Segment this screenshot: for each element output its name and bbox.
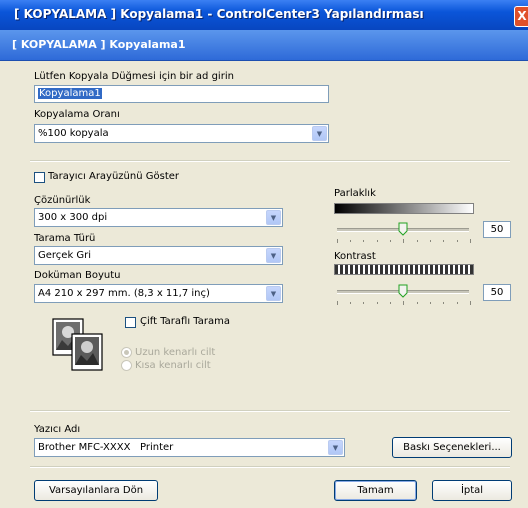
printer-select-value: Brother MFC-XXXX Printer (38, 442, 174, 453)
ok-button[interactable]: Tamam (334, 480, 417, 501)
contrast-slider[interactable] (398, 284, 408, 298)
chevron-down-icon[interactable]: ▼ (266, 210, 281, 225)
brightness-slider[interactable] (398, 222, 408, 236)
contrast-label: Kontrast (334, 251, 376, 262)
brightness-label: Parlaklık (334, 188, 376, 199)
resolution-select[interactable]: 300 x 300 dpi ▼ (34, 208, 283, 227)
short-edge-label: Kısa kenarlı cilt (135, 360, 211, 371)
window-title: [ KOPYALAMA ] Kopyalama1 - ControlCenter… (14, 7, 424, 21)
scan-type-label: Tarama Türü (34, 233, 96, 244)
long-edge-radio[interactable] (121, 347, 132, 358)
ratio-select-value: %100 kopyala (38, 128, 109, 139)
resolution-label: Çözünürlük (34, 195, 91, 206)
short-edge-radio[interactable] (121, 360, 132, 371)
chevron-down-icon[interactable]: ▼ (266, 286, 281, 301)
divider (30, 466, 510, 468)
dialog-window: [ KOPYALAMA ] Kopyalama1 - ControlCenter… (0, 0, 528, 508)
divider (30, 410, 510, 412)
chevron-down-icon[interactable]: ▼ (312, 126, 327, 141)
close-button[interactable]: X (514, 6, 528, 27)
banner-title: [ KOPYALAMA ] Kopyalama1 (12, 38, 186, 51)
doc-size-select-value: A4 210 x 297 mm. (8,3 x 11,7 inç) (38, 288, 210, 299)
long-edge-label: Uzun kenarlı cilt (135, 347, 216, 358)
defaults-button[interactable]: Varsayılanlara Dön (34, 480, 158, 501)
chevron-down-icon[interactable]: ▼ (266, 248, 281, 263)
ratio-select[interactable]: %100 kopyala ▼ (34, 124, 329, 143)
resolution-select-value: 300 x 300 dpi (38, 212, 108, 223)
doc-size-label: Doküman Boyutu (34, 270, 121, 281)
duplex-pages-icon (52, 318, 103, 371)
printer-label: Yazıcı Adı (34, 424, 81, 435)
contrast-ticks (337, 301, 471, 305)
brightness-ticks (337, 239, 471, 243)
scanner-ui-checkbox[interactable] (34, 172, 45, 183)
chevron-down-icon[interactable]: ▼ (328, 440, 343, 455)
printer-select[interactable]: Brother MFC-XXXX Printer ▼ (34, 438, 345, 457)
duplex-label: Çift Taraflı Tarama (140, 316, 230, 327)
contrast-value: 50 (483, 284, 511, 301)
brightness-gradient (334, 203, 474, 214)
scanner-ui-label: Tarayıcı Arayüzünü Göster (48, 171, 180, 182)
title-bar[interactable]: [ KOPYALAMA ] Kopyalama1 - ControlCenter… (0, 0, 528, 30)
duplex-checkbox[interactable] (125, 317, 136, 328)
cancel-button[interactable]: İptal (432, 480, 512, 501)
name-label: Lütfen Kopyala Düğmesi için bir ad girin (34, 71, 234, 82)
name-input[interactable]: Kopyalama1 (34, 85, 329, 103)
name-input-value: Kopyalama1 (38, 88, 102, 99)
header-banner: [ KOPYALAMA ] Kopyalama1 (0, 30, 528, 61)
divider (30, 160, 510, 162)
contrast-pattern (334, 264, 474, 275)
doc-size-select[interactable]: A4 210 x 297 mm. (8,3 x 11,7 inç) ▼ (34, 284, 283, 303)
scan-type-select[interactable]: Gerçek Gri ▼ (34, 246, 283, 265)
ratio-label: Kopyalama Oranı (34, 109, 120, 120)
brightness-value: 50 (483, 221, 511, 238)
print-options-button[interactable]: Baskı Seçenekleri... (392, 437, 512, 458)
scan-type-select-value: Gerçek Gri (38, 250, 92, 261)
